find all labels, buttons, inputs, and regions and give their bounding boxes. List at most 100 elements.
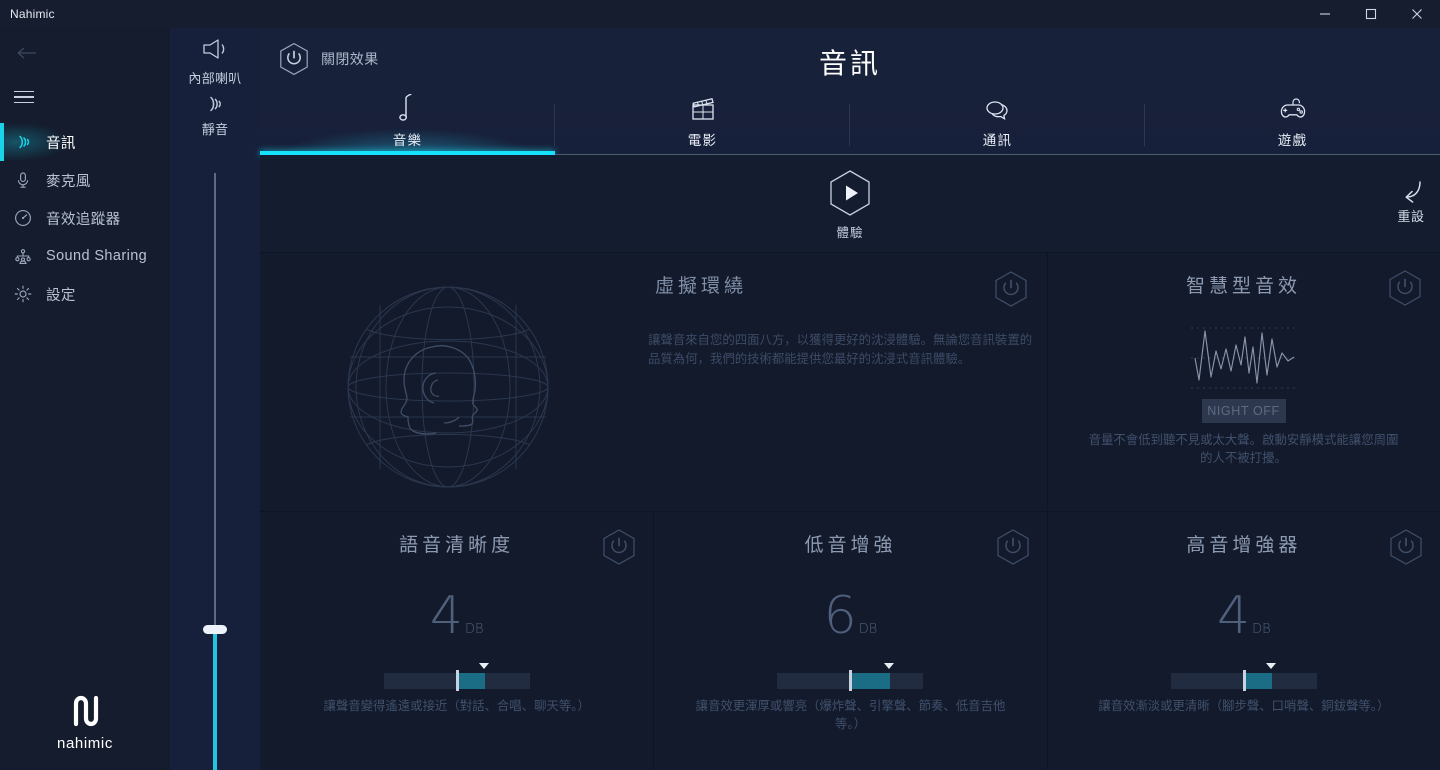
- sidebar: 音訊 麥克風 音效追蹤器 Sound Sharing 設定 nahimic: [0, 28, 170, 770]
- slider-center-mark: [1242, 670, 1246, 691]
- value-number: 6: [823, 586, 857, 646]
- speaker-icon: [203, 39, 225, 59]
- clapperboard-icon: [689, 94, 717, 124]
- panel-description: 讓音效漸淡或更清晰（腳步聲、口哨聲、銅鈸聲等。）: [1098, 699, 1390, 713]
- nahimic-n-icon: [73, 695, 99, 727]
- sidebar-item-label: 音訊: [46, 135, 76, 152]
- panel-title: 語音清晰度: [399, 535, 515, 556]
- sidebar-item-microphone[interactable]: 麥克風: [0, 161, 170, 199]
- maximize-button[interactable]: [1348, 0, 1394, 28]
- bass-boost-power-button[interactable]: [995, 528, 1031, 571]
- slider-center-mark: [849, 670, 853, 691]
- sidebar-item-sound-sharing[interactable]: Sound Sharing: [0, 237, 170, 275]
- volume-column: 內部喇叭 靜音: [170, 28, 260, 770]
- brand-logo: nahimic: [0, 694, 170, 752]
- window-title: Nahimic: [10, 7, 55, 21]
- volume-slider-fill: [213, 630, 217, 770]
- tab-label: 電影: [687, 133, 718, 148]
- reset-label: 重設: [1397, 209, 1425, 224]
- value-unit: DB: [1252, 622, 1271, 637]
- sidebar-item-settings[interactable]: 設定: [0, 275, 170, 313]
- mute-label: 靜音: [201, 122, 229, 137]
- power-hexagon-icon: [1389, 270, 1421, 306]
- panel-title: 虛擬環繞: [655, 276, 748, 297]
- tab-movie[interactable]: 電影: [555, 88, 850, 155]
- nahimic-app-window: Nahimic 音訊 麥克風 音效追蹤器 Sound Sharing 設定 na…: [0, 0, 1440, 770]
- mute-toggle[interactable]: 靜音: [170, 93, 260, 138]
- mute-waves-icon: [210, 96, 221, 112]
- panel-title: 智慧型音效: [1185, 276, 1301, 297]
- gear-icon: [12, 283, 34, 305]
- value-unit: DB: [464, 622, 484, 637]
- waveform-icon: [1190, 327, 1297, 389]
- sidebar-item-label: 麥克風: [46, 173, 91, 190]
- sidebar-nav: 音訊 麥克風 音效追蹤器 Sound Sharing 設定: [0, 123, 170, 313]
- device-name: 內部喇叭: [188, 71, 242, 86]
- tab-game[interactable]: 遊戲: [1145, 88, 1440, 155]
- feature-grid: 虛擬環繞 讓聲音來自您的四面八方，以獲得更好的沈浸體驗。無論您音訊裝置的品質為何…: [260, 253, 1440, 770]
- treble-boost-power-button[interactable]: [1388, 528, 1424, 571]
- music-note-icon: [396, 94, 420, 124]
- demo-button[interactable]: 體驗: [260, 169, 1440, 241]
- slider-cursor[interactable]: [884, 663, 895, 669]
- panel-title: 低音增強: [804, 535, 897, 556]
- power-hexagon-icon: [995, 271, 1027, 307]
- head-in-sphere-icon: [347, 286, 549, 488]
- voice-clarity-slider[interactable]: [383, 663, 530, 691]
- bass-boost-slider[interactable]: [777, 663, 924, 691]
- power-hexagon-icon: [603, 529, 635, 565]
- reset-arrow-icon: [1405, 181, 1421, 203]
- back-arrow-icon[interactable]: [12, 40, 42, 66]
- tab-label: 音樂: [392, 133, 423, 148]
- virtual-surround-power-button[interactable]: [993, 270, 1029, 313]
- tab-label: 通訊: [982, 133, 1013, 148]
- minimize-button[interactable]: [1302, 0, 1348, 28]
- sound-sharing-icon: [12, 245, 34, 267]
- demo-row: 體驗 重設: [260, 155, 1440, 253]
- smart-audio-panel: 智慧型音效 NIGHT OFF 音量不會低到聽不見或太大聲。啟動安靜模式能讓您周…: [1047, 253, 1439, 511]
- power-hexagon-icon: [1390, 529, 1422, 565]
- tab-music[interactable]: 音樂: [260, 88, 555, 155]
- brand-name: nahimic: [57, 735, 113, 752]
- treble-boost-slider[interactable]: [1170, 663, 1317, 691]
- sidebar-item-audio[interactable]: 音訊: [0, 123, 170, 161]
- main-header: 關閉效果 音訊: [260, 28, 1440, 88]
- bass-boost-panel: 低音增強 6 DB 讓音效更渾厚或響亮（爆炸聲、引擎聲、節奏、低音吉他等。）: [653, 512, 1046, 770]
- tab-label: 遊戲: [1277, 133, 1308, 148]
- hamburger-icon[interactable]: [14, 86, 40, 108]
- voice-clarity-value-display: 4 DB: [260, 590, 653, 656]
- treble-boost-panel: 高音增強器 4 DB 讓音效漸淡或更清晰（腳步聲、口哨聲、銅鈸聲等。）: [1046, 512, 1440, 770]
- panel-title: 高音增強器: [1186, 535, 1302, 556]
- panel-description: 讓聲音變得遙遠或接近（對話、合唱、聊天等。）: [323, 699, 590, 713]
- volume-slider-thumb[interactable]: [203, 625, 227, 634]
- panel-description: 讓音效更渾厚或響亮（爆炸聲、引擎聲、節奏、低音吉他等。）: [695, 699, 1006, 731]
- value-number: 4: [429, 586, 463, 646]
- page-title: 音訊: [818, 48, 881, 79]
- slider-cursor[interactable]: [478, 663, 489, 669]
- panel-description: 音量不會低到聽不見或太大聲。啟動安靜模式能讓您周圍的人不被打擾。: [1088, 433, 1399, 465]
- reset-button[interactable]: 重設: [1394, 179, 1428, 225]
- output-device[interactable]: 內部喇叭: [170, 28, 260, 87]
- microphone-icon: [12, 169, 34, 191]
- sidebar-item-sound-tracker[interactable]: 音效追蹤器: [0, 199, 170, 237]
- tab-bar: 音樂 電影 通訊 遊戲: [260, 88, 1440, 155]
- feature-row-top: 虛擬環繞 讓聲音來自您的四面八方，以獲得更好的沈浸體驗。無論您音訊裝置的品質為何…: [260, 253, 1440, 511]
- smart-audio-power-button[interactable]: [1387, 269, 1423, 312]
- feature-row-bottom: 語音清晰度 4 DB 讓聲音變得遙遠或接近（對話、合唱、聊天等。） 低音增強 6…: [260, 511, 1440, 770]
- night-mode-button[interactable]: NIGHT OFF: [1201, 399, 1286, 423]
- panel-description: 讓聲音來自您的四面八方，以獲得更好的沈浸體驗。無論您音訊裝置的品質為何，我們的技…: [648, 333, 1033, 366]
- sidebar-item-label: 音效追蹤器: [46, 211, 121, 228]
- speech-bubbles-icon: [982, 94, 1014, 124]
- voice-clarity-power-button[interactable]: [601, 528, 637, 571]
- virtual-surround-panel: 虛擬環繞 讓聲音來自您的四面八方，以獲得更好的沈浸體驗。無論您音訊裝置的品質為何…: [260, 253, 1047, 511]
- slider-cursor[interactable]: [1265, 663, 1276, 669]
- main-panel: 關閉效果 音訊 音樂 電影 通訊 遊戲 體驗 重設 虛擬環繞 讓聲音來自您的四面…: [260, 28, 1440, 770]
- title-bar: Nahimic: [0, 0, 1440, 28]
- close-button[interactable]: [1394, 0, 1440, 28]
- window-controls: [1302, 0, 1440, 28]
- power-hexagon-icon: [997, 529, 1029, 565]
- slider-fill: [850, 673, 891, 689]
- bass-boost-value-display: 6 DB: [654, 590, 1046, 656]
- voice-clarity-panel: 語音清晰度 4 DB 讓聲音變得遙遠或接近（對話、合唱、聊天等。）: [260, 512, 653, 770]
- tab-communication[interactable]: 通訊: [850, 88, 1145, 155]
